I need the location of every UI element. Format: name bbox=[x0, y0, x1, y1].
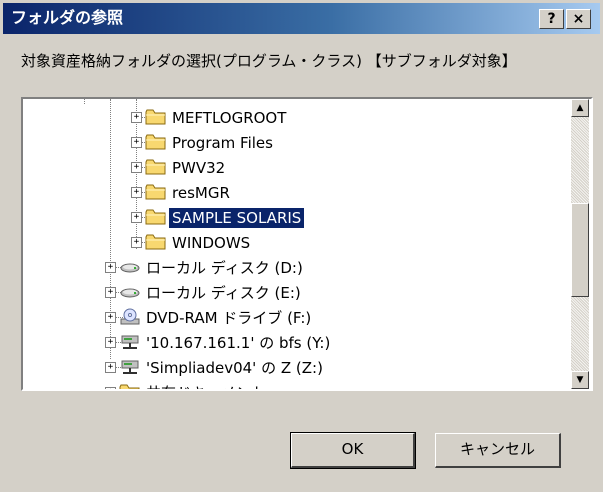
expand-toggle[interactable]: + bbox=[131, 237, 142, 248]
folder-icon bbox=[145, 133, 167, 151]
folder-icon bbox=[145, 233, 167, 251]
close-button[interactable]: × bbox=[566, 9, 591, 29]
tree-item-drive[interactable]: + '10.167.161.1' の bfs (Y:) bbox=[23, 332, 563, 356]
dialog-caption: 対象資産格納フォルダの選択(プログラム・クラス) 【サブフォルダ対象】 bbox=[21, 52, 517, 70]
expand-toggle[interactable]: + bbox=[105, 312, 116, 323]
folder-icon bbox=[145, 183, 167, 201]
tree-item-label[interactable]: PWV32 bbox=[169, 158, 228, 178]
tree-item-drive[interactable]: + ローカル ディスク (E:) bbox=[23, 282, 563, 306]
scroll-thumb[interactable] bbox=[571, 203, 589, 297]
tree-item-drive[interactable]: + 'Simpliadev04' の Z (Z:) bbox=[23, 357, 563, 381]
scroll-down-button[interactable]: ▼ bbox=[571, 371, 589, 389]
expand-toggle[interactable]: + bbox=[131, 212, 142, 223]
expand-toggle[interactable]: + bbox=[131, 162, 142, 173]
tree-item-drive[interactable]: + 共有ドキュメント bbox=[23, 382, 563, 391]
expand-toggle[interactable]: + bbox=[105, 287, 116, 298]
tree-item-folder[interactable]: + Program Files bbox=[23, 132, 563, 156]
expand-toggle[interactable]: + bbox=[105, 262, 116, 273]
tree-item-folder[interactable]: + WINDOWS bbox=[23, 232, 563, 256]
help-button[interactable]: ? bbox=[539, 9, 564, 29]
dvd-drive-icon bbox=[119, 308, 141, 326]
tree-item-label[interactable]: ローカル ディスク (E:) bbox=[143, 283, 304, 303]
tree-item-label[interactable]: '10.167.161.1' の bfs (Y:) bbox=[143, 333, 333, 353]
browse-folder-dialog: フォルダの参照 ? × 対象資産格納フォルダの選択(プログラム・クラス) 【サブ… bbox=[0, 0, 603, 492]
network-drive-icon bbox=[119, 333, 141, 351]
vertical-scrollbar[interactable]: ▲ ▼ bbox=[571, 99, 589, 389]
tree-item-label[interactable]: DVD-RAM ドライブ (F:) bbox=[143, 308, 314, 328]
tree-item-label[interactable]: ローカル ディスク (D:) bbox=[143, 258, 306, 278]
tree-item-label[interactable]: MEFTLOGROOT bbox=[169, 108, 289, 128]
tree-item-label[interactable]: resMGR bbox=[169, 183, 233, 203]
tree-item-folder[interactable]: + resMGR bbox=[23, 182, 563, 206]
local-disk-icon bbox=[119, 258, 141, 276]
tree-item-label[interactable]: 共有ドキュメント bbox=[143, 383, 269, 389]
window-title: フォルダの参照 bbox=[11, 8, 124, 27]
tree-item-label[interactable]: 'Simpliadev04' の Z (Z:) bbox=[143, 358, 326, 378]
ok-button[interactable]: OK bbox=[290, 432, 416, 469]
tree-item-label[interactable]: WINDOWS bbox=[169, 233, 253, 253]
expand-toggle[interactable]: + bbox=[105, 337, 116, 348]
tree-line bbox=[84, 99, 85, 104]
tree-item-folder[interactable]: + SAMPLE SOLARIS bbox=[23, 207, 563, 231]
tree-item-label[interactable]: Program Files bbox=[169, 133, 276, 153]
expand-toggle[interactable]: + bbox=[131, 137, 142, 148]
title-bar[interactable]: フォルダの参照 ? × bbox=[3, 3, 600, 34]
tree-item-folder[interactable]: + PWV32 bbox=[23, 157, 563, 181]
expand-toggle[interactable]: + bbox=[105, 362, 116, 373]
tree-item-label[interactable]: SAMPLE SOLARIS bbox=[167, 207, 306, 229]
scroll-up-button[interactable]: ▲ bbox=[571, 99, 589, 117]
network-drive-icon bbox=[119, 358, 141, 376]
expand-toggle[interactable]: + bbox=[105, 387, 116, 389]
expand-toggle[interactable]: + bbox=[131, 187, 142, 198]
folder-icon bbox=[145, 108, 167, 126]
tree-item-drive[interactable]: + DVD-RAM ドライブ (F:) bbox=[23, 307, 563, 331]
folder-icon bbox=[145, 158, 167, 176]
tree-item-folder[interactable]: + MEFTLOGROOT bbox=[23, 107, 563, 131]
expand-toggle[interactable]: + bbox=[131, 112, 142, 123]
folder-icon bbox=[145, 208, 167, 226]
tree-item-drive[interactable]: + ローカル ディスク (D:) bbox=[23, 257, 563, 281]
shared-folder-icon bbox=[119, 383, 141, 391]
local-disk-icon bbox=[119, 283, 141, 301]
folder-tree[interactable]: + MEFTLOGROOT + Program Files + PWV32 + resMGR +… bbox=[21, 97, 593, 391]
cancel-button[interactable]: キャンセル bbox=[435, 433, 561, 468]
